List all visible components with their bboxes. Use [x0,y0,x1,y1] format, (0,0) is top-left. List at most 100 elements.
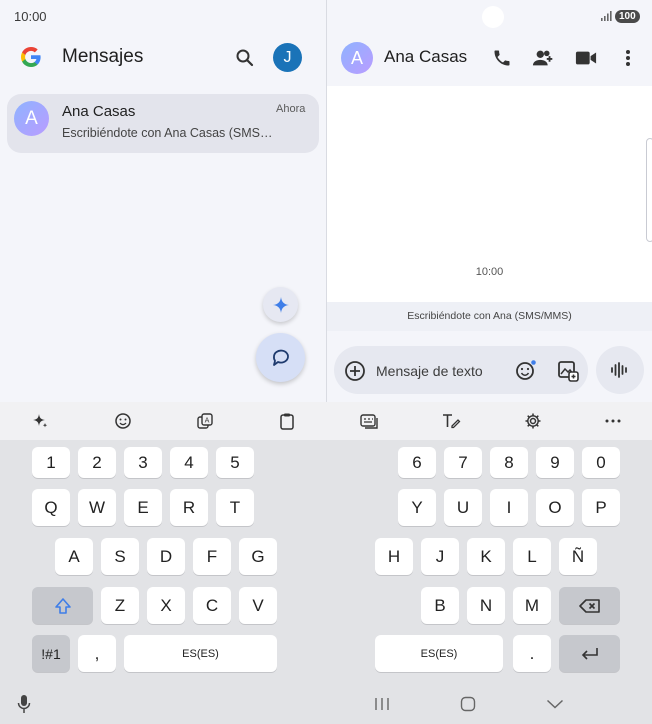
key-1[interactable]: 1 [32,447,70,478]
key-s[interactable]: S [101,538,139,575]
phone-icon [494,50,510,66]
enter-icon [581,647,598,660]
key-c[interactable]: C [193,587,231,624]
call-button[interactable] [488,44,516,72]
start-chat-button[interactable] [256,333,305,382]
handwriting-icon [443,414,461,429]
key-7[interactable]: 7 [444,447,482,478]
conversation-time: Ahora [276,103,306,115]
add-attachment-icon[interactable] [344,360,366,382]
toolbar-emoji-button[interactable] [110,408,136,434]
period-key[interactable]: . [513,635,551,672]
shift-key[interactable] [32,587,93,624]
more-horiz-icon [605,419,621,423]
add-people-button[interactable] [530,44,558,72]
key-6[interactable]: 6 [398,447,436,478]
search-button[interactable] [231,44,259,72]
key-h[interactable]: H [375,538,413,575]
key-5[interactable]: 5 [216,447,254,478]
gallery-icon[interactable] [556,359,580,383]
key-p[interactable]: P [582,489,620,526]
key-u[interactable]: U [444,489,482,526]
edge-panel-handle[interactable] [646,138,652,242]
space-key-right[interactable]: ES(ES) [375,635,503,672]
translate-icon: A [197,413,213,429]
battery-badge: 100 [615,10,640,23]
more-options-button[interactable] [614,44,642,72]
sparkle-icon [33,414,48,428]
key-e[interactable]: E [124,489,162,526]
symbols-key[interactable]: !#1 [32,635,70,672]
toolbar-settings-button[interactable] [520,408,546,434]
more-vert-icon [626,50,630,66]
key-o[interactable]: O [536,489,574,526]
backspace-key[interactable] [559,587,620,624]
key-y[interactable]: Y [398,489,436,526]
waveform-icon [611,362,627,378]
key-2[interactable]: 2 [78,447,116,478]
key-k[interactable]: K [467,538,505,575]
key-f[interactable]: F [193,538,231,575]
conversation-preview: Escribiéndote con Ana Casas (SMS… [62,126,273,140]
key-j[interactable]: J [421,538,459,575]
conversation-list-item[interactable] [7,94,319,153]
key-a[interactable]: A [55,538,93,575]
thread-timestamp: 10:00 [475,266,504,278]
gear-icon [525,413,541,429]
toolbar-layout-button[interactable] [356,408,382,434]
key-9[interactable]: 9 [536,447,574,478]
key-m[interactable]: M [513,587,551,624]
microphone-icon [17,695,31,713]
camera-cutout [482,6,504,28]
space-key-left[interactable]: ES(ES) [124,635,277,672]
hide-keyboard-button[interactable] [542,694,568,714]
key-v[interactable]: V [239,587,277,624]
google-logo-icon [21,47,41,67]
key-g[interactable]: G [239,538,277,575]
gemini-button[interactable] [263,287,298,322]
video-call-button[interactable] [572,44,600,72]
key-8[interactable]: 8 [490,447,528,478]
sms-notice: Escribiéndote con Ana (SMS/MMS) [327,302,652,331]
search-icon [236,49,254,67]
key-q[interactable]: Q [32,489,70,526]
message-input[interactable]: Mensaje de texto [376,363,483,379]
contact-avatar[interactable]: A [341,42,373,74]
key-n[interactable]: N [467,587,505,624]
key-x[interactable]: X [147,587,185,624]
recents-icon [375,698,389,710]
key-i[interactable]: I [490,489,528,526]
key-4[interactable]: 4 [170,447,208,478]
key-r[interactable]: R [170,489,208,526]
keyboard-toolbar [0,402,652,440]
recent-apps-button[interactable] [369,694,395,714]
toolbar-sparkle-button[interactable] [27,408,53,434]
status-time: 10:00 [14,9,47,24]
key-t[interactable]: T [216,489,254,526]
home-button[interactable] [455,694,481,714]
shift-icon [54,597,71,614]
comma-key[interactable]: , [78,635,116,672]
key-d[interactable]: D [147,538,185,575]
toolbar-clipboard-button[interactable] [274,408,300,434]
toolbar-more-button[interactable] [600,408,626,434]
key-enye[interactable]: Ñ [559,538,597,575]
emoji-icon[interactable] [515,359,537,381]
key-l[interactable]: L [513,538,551,575]
voice-message-button[interactable] [596,346,644,394]
toolbar-translate-button[interactable]: A [192,408,218,434]
app-title: Mensajes [62,46,144,67]
key-3[interactable]: 3 [124,447,162,478]
toolbar-handwriting-button[interactable] [438,408,464,434]
key-b[interactable]: B [421,587,459,624]
key-w[interactable]: W [78,489,116,526]
contact-name[interactable]: Ana Casas [384,47,467,67]
backspace-icon [578,598,600,613]
clipboard-icon [280,413,294,430]
key-z[interactable]: Z [101,587,139,624]
voice-input-button[interactable] [11,694,37,714]
account-avatar[interactable]: J [273,43,302,72]
chevron-down-icon [546,699,564,709]
enter-key[interactable] [559,635,620,672]
key-0[interactable]: 0 [582,447,620,478]
